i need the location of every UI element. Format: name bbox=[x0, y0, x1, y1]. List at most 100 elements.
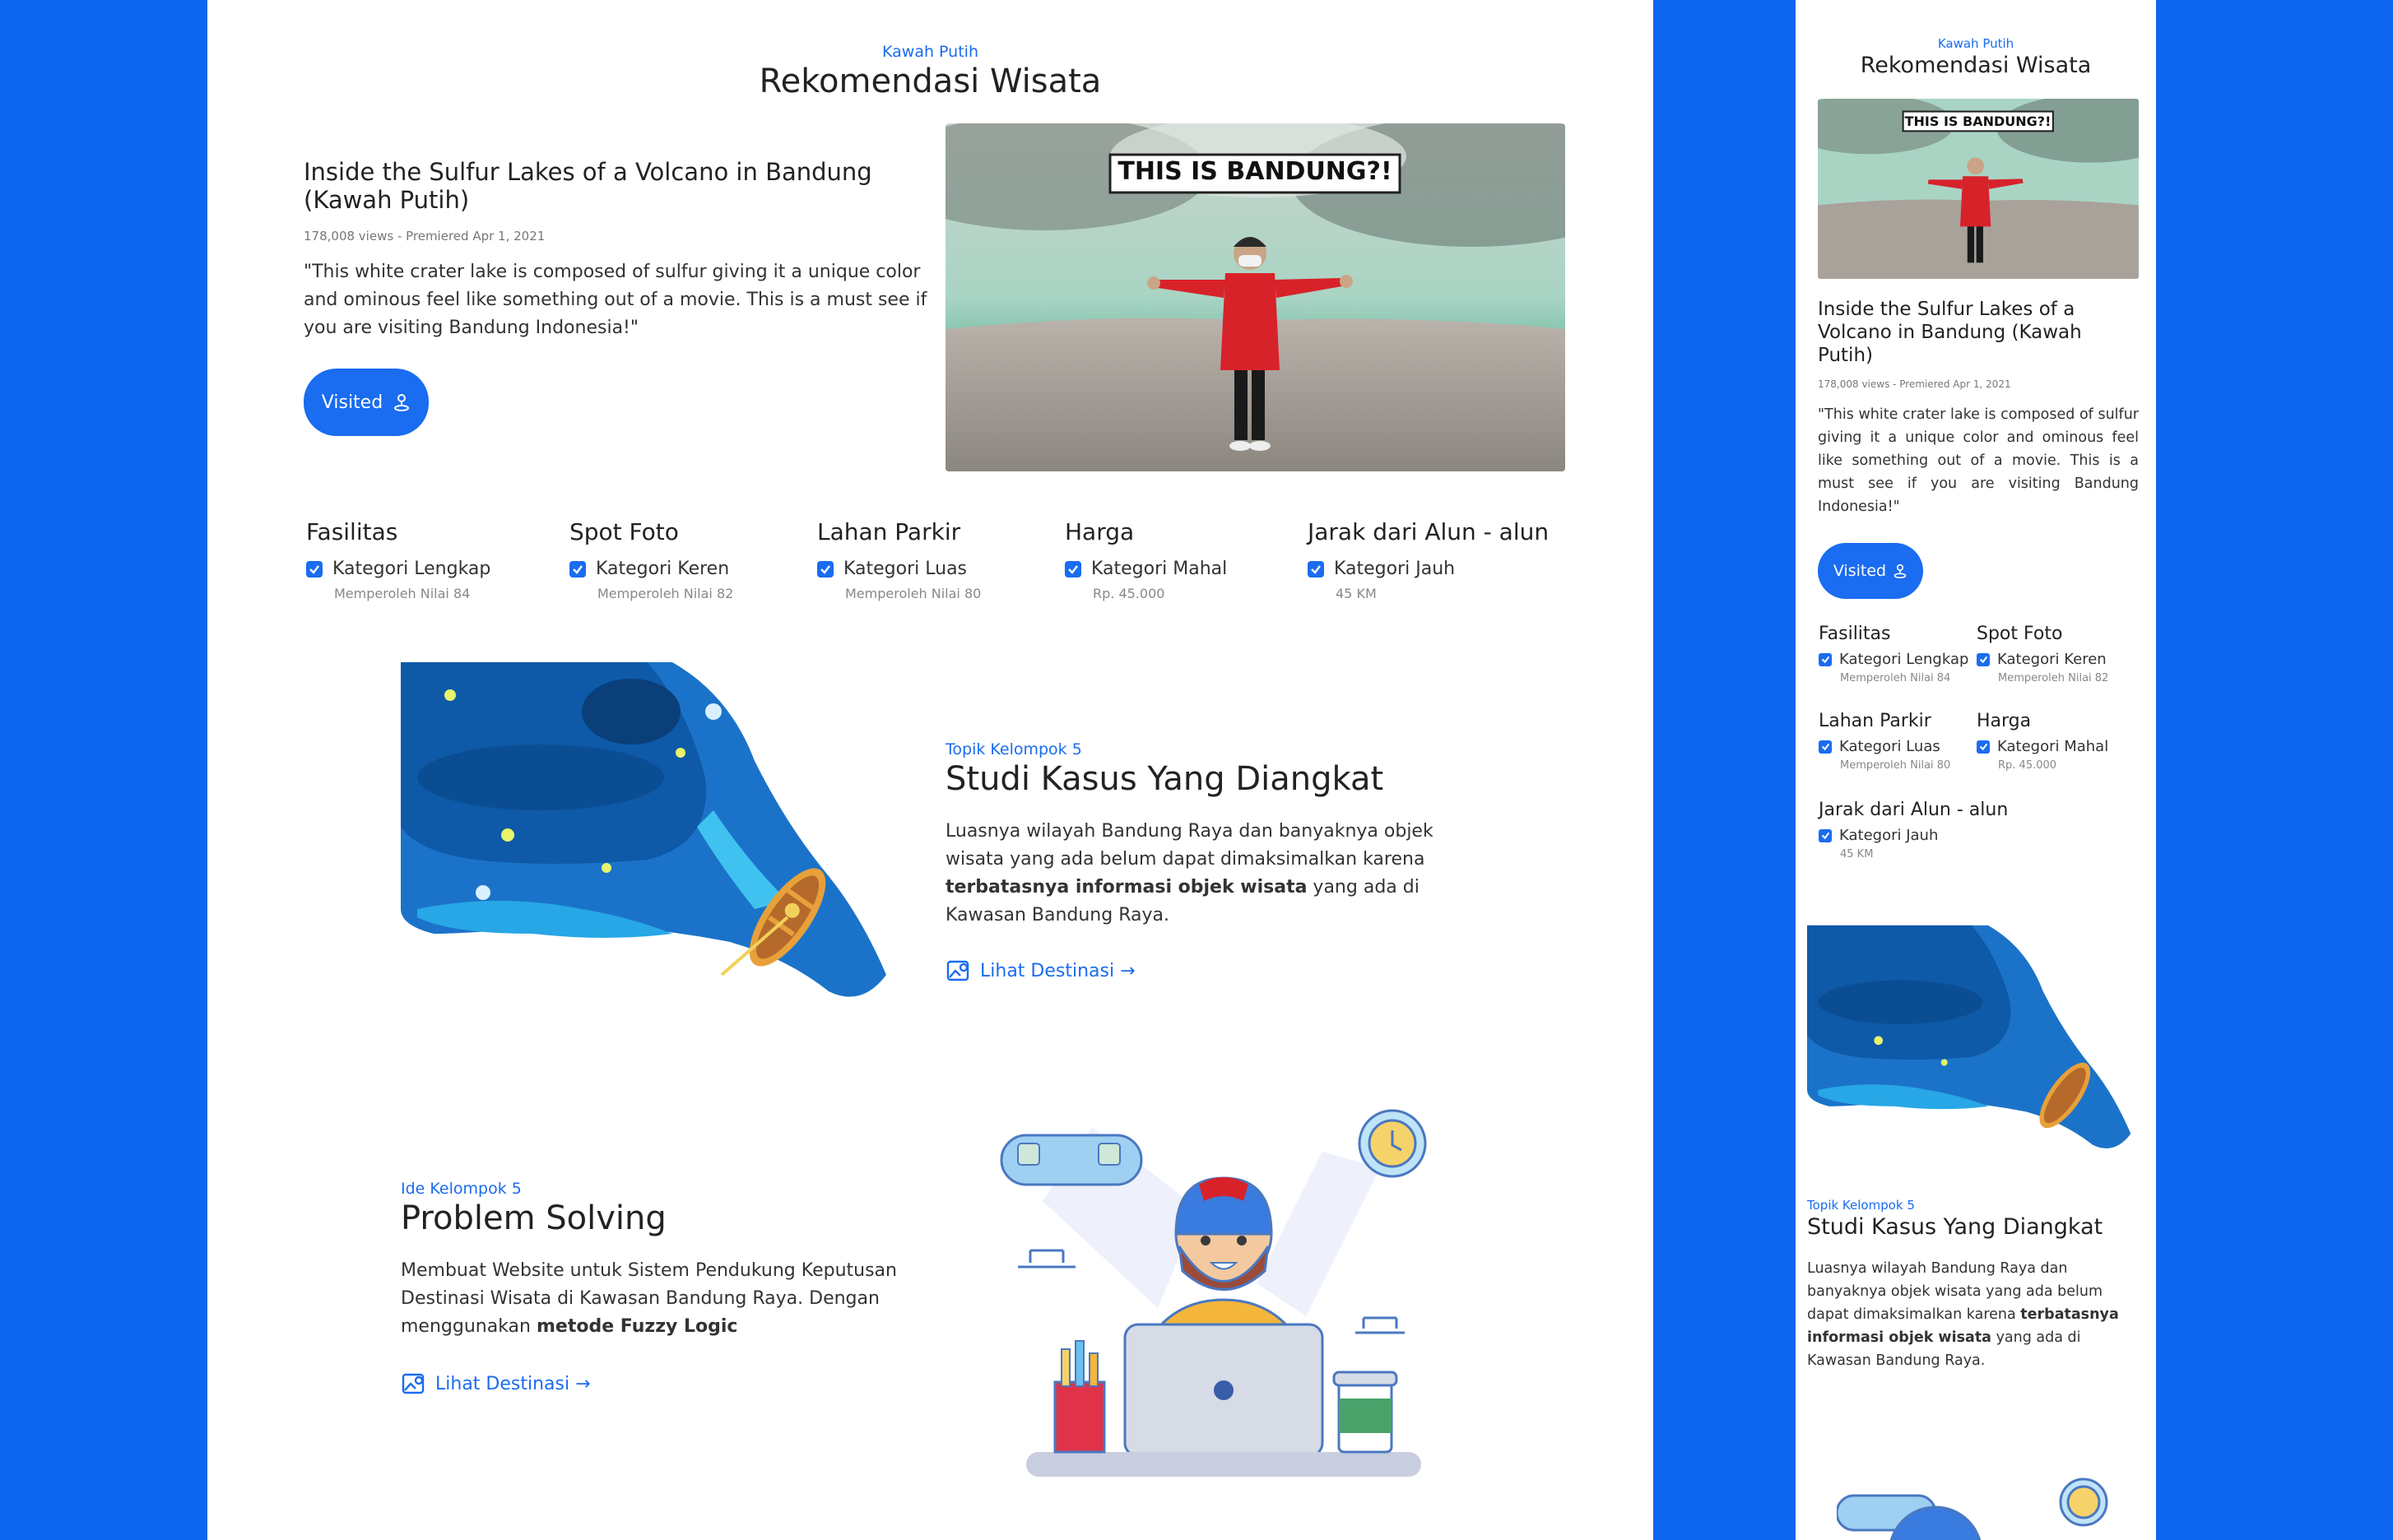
section-eyebrow: Kawah Putih bbox=[882, 43, 978, 61]
mobile-page: Kawah Putih Rekomendasi Wisata THIS IS B… bbox=[1796, 0, 2156, 1540]
mobile-criteria-fasilitas: Fasilitas Kategori Lengkap Memperoleh Ni… bbox=[1819, 624, 1968, 684]
study-text-before: Luasnya wilayah Bandung Raya dan banyakn… bbox=[946, 821, 1433, 870]
checkbox-checked-icon bbox=[1819, 740, 1832, 754]
criteria-checkbox[interactable]: Kategori Lengkap bbox=[1819, 651, 1968, 668]
criteria-label: Kategori Lengkap bbox=[1839, 651, 1969, 668]
study-link-label: Lihat Destinasi → bbox=[980, 960, 1136, 981]
criteria-label: Kategori Luas bbox=[843, 559, 968, 579]
person-pin-icon bbox=[1893, 564, 1907, 578]
criteria-sub: 45 KM bbox=[1336, 586, 1377, 601]
checkbox-checked-icon bbox=[569, 560, 586, 578]
criteria-heading: Jarak dari Alun - alun bbox=[1308, 518, 1550, 545]
video-quote: "This white crater lake is composed of s… bbox=[304, 262, 927, 338]
mobile-criteria-jarak: Jarak dari Alun - alun Kategori Jauh 45 … bbox=[1819, 800, 2008, 860]
criteria-checkbox[interactable]: Kategori Lengkap bbox=[306, 559, 490, 579]
checkbox-checked-icon bbox=[1977, 740, 1990, 754]
criteria-label: Kategori Mahal bbox=[1091, 559, 1228, 579]
visited-button[interactable]: Visited bbox=[304, 369, 429, 436]
checkbox-checked-icon bbox=[1977, 652, 1990, 666]
page-title: Rekomendasi Wisata bbox=[759, 63, 1102, 100]
criteria-sub: Memperoleh Nilai 84 bbox=[334, 586, 471, 601]
criteria-checkbox[interactable]: Kategori Jauh bbox=[1308, 559, 1549, 579]
video-title[interactable]: Inside the Sulfur Lakes of a Volcano in … bbox=[304, 158, 896, 214]
mobile-visited-button[interactable]: Visited bbox=[1818, 543, 1923, 599]
video-thumbnail[interactable]: THIS IS BANDUNG?! bbox=[946, 123, 1565, 471]
criteria-sub: Memperoleh Nilai 80 bbox=[1840, 759, 1951, 772]
study-eyebrow: Topik Kelompok 5 bbox=[946, 740, 1082, 758]
mobile-eyebrow: Kawah Putih bbox=[1937, 36, 2014, 51]
video-meta: 178,008 views - Premiered Apr 1, 2021 bbox=[304, 229, 546, 244]
criteria-lahan-parkir: Lahan Parkir Kategori Luas Memperoleh Ni… bbox=[817, 518, 981, 601]
checkbox-checked-icon bbox=[306, 560, 323, 578]
problem-eyebrow: Ide Kelompok 5 bbox=[401, 1180, 522, 1198]
criteria-checkbox[interactable]: Kategori Jauh bbox=[1819, 827, 2008, 844]
criteria-spot-foto: Spot Foto Kategori Keren Memperoleh Nila… bbox=[569, 518, 733, 601]
criteria-checkbox[interactable]: Kategori Luas bbox=[817, 559, 981, 579]
criteria-label: Kategori Mahal bbox=[1997, 738, 2109, 755]
criteria-heading: Fasilitas bbox=[306, 518, 398, 545]
criteria-heading: Lahan Parkir bbox=[1819, 711, 1931, 731]
criteria-label: Kategori Lengkap bbox=[332, 559, 491, 579]
criteria-heading: Spot Foto bbox=[569, 518, 679, 545]
criteria-checkbox[interactable]: Kategori Luas bbox=[1819, 738, 1950, 755]
mobile-video-title[interactable]: Inside the Sulfur Lakes of a Volcano in … bbox=[1818, 298, 2139, 367]
problem-title: Problem Solving bbox=[401, 1199, 667, 1237]
criteria-heading: Harga bbox=[1065, 518, 1135, 545]
mobile-criteria-harga: Harga Kategori Mahal Rp. 45.000 bbox=[1977, 711, 2108, 772]
mobile-page-title: Rekomendasi Wisata bbox=[1860, 53, 2092, 78]
mobile-study-title: Studi Kasus Yang Diangkat bbox=[1807, 1214, 2103, 1240]
criteria-jarak: Jarak dari Alun - alun Kategori Jauh 45 … bbox=[1308, 518, 1549, 601]
study-text: Luasnya wilayah Bandung Raya dan banyakn… bbox=[946, 818, 1472, 930]
criteria-sub: Memperoleh Nilai 84 bbox=[1840, 672, 1951, 684]
developer-illustration bbox=[993, 1102, 1454, 1489]
criteria-sub: 45 KM bbox=[1840, 848, 1874, 860]
criteria-checkbox[interactable]: Kategori Mahal bbox=[1977, 738, 2108, 755]
criteria-sub: Memperoleh Nilai 82 bbox=[597, 586, 734, 601]
criteria-heading: Spot Foto bbox=[1977, 624, 2063, 644]
image-search-icon bbox=[402, 1373, 425, 1394]
mobile-study-text: Luasnya wilayah Bandung Raya dan banyakn… bbox=[1807, 1257, 2149, 1372]
criteria-heading: Fasilitas bbox=[1819, 624, 1891, 644]
mobile-video-quote: "This white crater lake is composed of s… bbox=[1818, 406, 2139, 515]
criteria-label: Kategori Luas bbox=[1839, 738, 1940, 755]
mobile-ocean-illustration bbox=[1807, 925, 2136, 1167]
study-text-bold: terbatasnya informasi objek wisata bbox=[946, 877, 1308, 898]
checkbox-checked-icon bbox=[1308, 560, 1324, 578]
mobile-study-eyebrow: Topik Kelompok 5 bbox=[1807, 1198, 1915, 1213]
problem-link-label: Lihat Destinasi → bbox=[435, 1373, 591, 1394]
criteria-heading: Jarak dari Alun - alun bbox=[1819, 800, 2009, 820]
mobile-video-meta: 178,008 views - Premiered Apr 1, 2021 bbox=[1818, 378, 2011, 390]
criteria-checkbox[interactable]: Kategori Keren bbox=[569, 559, 733, 579]
mobile-video-thumbnail[interactable]: THIS IS BANDUNG?! bbox=[1818, 99, 2139, 279]
mobile-criteria-spot-foto: Spot Foto Kategori Keren Memperoleh Nila… bbox=[1977, 624, 2108, 684]
criteria-checkbox[interactable]: Kategori Keren bbox=[1977, 651, 2108, 668]
criteria-sub: Rp. 45.000 bbox=[1093, 586, 1165, 601]
criteria-checkbox[interactable]: Kategori Mahal bbox=[1065, 559, 1227, 579]
criteria-heading: Lahan Parkir bbox=[817, 518, 961, 545]
criteria-label: Kategori Keren bbox=[1997, 651, 2107, 668]
study-title: Studi Kasus Yang Diangkat bbox=[946, 760, 1384, 798]
checkbox-checked-icon bbox=[1819, 828, 1832, 842]
criteria-sub: Rp. 45.000 bbox=[1998, 759, 2057, 772]
problem-text-bold: metode Fuzzy Logic bbox=[536, 1316, 738, 1337]
criteria-harga: Harga Kategori Mahal Rp. 45.000 bbox=[1065, 518, 1227, 601]
mobile-criteria-lahan-parkir: Lahan Parkir Kategori Luas Memperoleh Ni… bbox=[1819, 711, 1950, 772]
criteria-sub: Memperoleh Nilai 80 bbox=[845, 586, 982, 601]
criteria-label: Kategori Keren bbox=[596, 559, 730, 579]
checkbox-checked-icon bbox=[817, 560, 834, 578]
criteria-label: Kategori Jauh bbox=[1334, 559, 1456, 579]
criteria-heading: Harga bbox=[1977, 711, 2032, 731]
person-pin-icon bbox=[394, 394, 410, 411]
image-search-icon bbox=[946, 960, 969, 981]
criteria-label: Kategori Jauh bbox=[1839, 827, 1939, 844]
problem-text: Membuat Website untuk Sistem Pendukung K… bbox=[401, 1257, 911, 1341]
mobile-visited-button-label: Visited bbox=[1833, 562, 1887, 580]
mobile-thumbnail-caption: THIS IS BANDUNG?! bbox=[1904, 114, 2051, 129]
ocean-boat-illustration bbox=[401, 662, 894, 1024]
study-lihat-destinasi-link[interactable]: Lihat Destinasi → bbox=[946, 958, 1136, 984]
thumbnail-caption: THIS IS BANDUNG?! bbox=[1118, 157, 1392, 186]
problem-lihat-destinasi-link[interactable]: Lihat Destinasi → bbox=[401, 1371, 591, 1397]
mobile-developer-illustration bbox=[1837, 1477, 2133, 1540]
checkbox-checked-icon bbox=[1065, 560, 1081, 578]
desktop-page: Kawah Putih Rekomendasi Wisata Inside th… bbox=[207, 0, 1653, 1540]
